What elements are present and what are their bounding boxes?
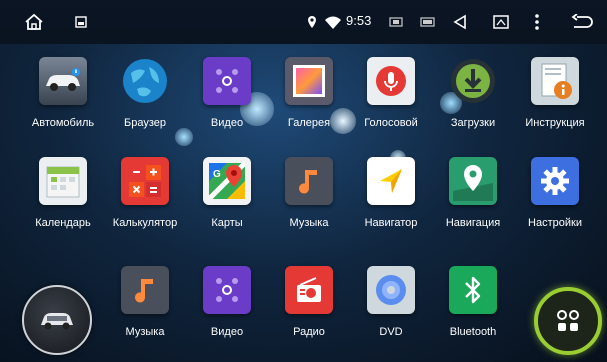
- manual-icon: [531, 57, 579, 105]
- app-calculator[interactable]: Калькулятор: [105, 157, 185, 229]
- clock: 9:53: [346, 13, 372, 28]
- video-icon: [203, 266, 251, 314]
- calculator-icon: [121, 157, 169, 205]
- app-downloads[interactable]: Загрузки: [433, 57, 513, 129]
- app-label: Календарь: [35, 217, 91, 229]
- settings-gear-icon: [531, 157, 579, 205]
- app-label: Видео: [210, 117, 244, 129]
- dock-music[interactable]: Музыка: [105, 266, 185, 338]
- microphone-icon: [367, 57, 415, 105]
- bluetooth-icon: [449, 266, 497, 314]
- app-label: Навигация: [445, 217, 501, 229]
- maps-icon: G: [203, 157, 251, 205]
- car-icon: [41, 313, 73, 330]
- app-gallery[interactable]: Галерея: [269, 57, 349, 129]
- app-music[interactable]: Музыка: [269, 157, 349, 229]
- dock-video[interactable]: Видео: [187, 266, 267, 338]
- wifi-icon: [324, 0, 342, 44]
- app-navigator[interactable]: Навигатор: [351, 157, 431, 229]
- radio-icon: [285, 266, 333, 314]
- app-manual[interactable]: Инструкция: [515, 57, 595, 129]
- app-label: Голосовой: [364, 117, 418, 129]
- app-car[interactable]: Автомобиль: [23, 57, 103, 129]
- calendar-icon: [39, 157, 87, 205]
- back-icon[interactable]: [568, 0, 596, 44]
- music-icon: [121, 266, 169, 314]
- svg-text:G: G: [213, 169, 221, 180]
- video-icon: [203, 57, 251, 105]
- app-browser[interactable]: Браузер: [105, 57, 185, 129]
- window-icon[interactable]: [490, 0, 512, 44]
- music-icon: [285, 157, 333, 205]
- app-label: Навигатор: [364, 217, 418, 229]
- more-icon[interactable]: [530, 0, 544, 44]
- usb-icon: [387, 0, 405, 44]
- dvd-icon: [367, 266, 415, 314]
- dock-label: DVD: [379, 326, 403, 338]
- app-label: Автомобиль: [31, 117, 95, 129]
- app-label: Галерея: [287, 117, 331, 129]
- app-label: Браузер: [124, 117, 166, 129]
- dock-label: Музыка: [125, 326, 165, 338]
- all-apps-button[interactable]: [534, 287, 602, 355]
- status-bar: 9:53: [0, 0, 607, 44]
- volume-icon[interactable]: [448, 0, 470, 44]
- download-icon: [449, 57, 497, 105]
- app-video[interactable]: Видео: [187, 57, 267, 129]
- car-icon: [39, 57, 87, 105]
- car-shortcut-button[interactable]: [22, 285, 92, 355]
- apps-grid-icon: [557, 310, 579, 331]
- app-settings[interactable]: Настройки: [515, 157, 595, 229]
- dock-label: Bluetooth: [449, 326, 497, 338]
- globe-icon: [121, 57, 169, 105]
- gallery-icon: [285, 57, 333, 105]
- navigation-pin-icon: [449, 157, 497, 205]
- app-navigation[interactable]: Навигация: [433, 157, 513, 229]
- location-icon: [304, 0, 320, 44]
- dock-bluetooth[interactable]: Bluetooth: [433, 266, 513, 338]
- app-maps[interactable]: G Карты: [187, 157, 267, 229]
- app-label: Инструкция: [525, 117, 585, 129]
- app-label: Калькулятор: [112, 217, 178, 229]
- dock-label: Видео: [210, 326, 244, 338]
- bokeh-light: [175, 128, 193, 146]
- battery-icon: [418, 0, 438, 44]
- app-label: Карты: [211, 217, 243, 229]
- home-icon[interactable]: [20, 0, 48, 44]
- dock-radio[interactable]: Радио: [269, 266, 349, 338]
- app-voice[interactable]: Голосовой: [351, 57, 431, 129]
- app-calendar[interactable]: Календарь: [23, 157, 103, 229]
- app-label: Музыка: [289, 217, 329, 229]
- app-label: Загрузки: [450, 117, 496, 129]
- app-label: Настройки: [528, 217, 582, 229]
- navigator-icon: [367, 157, 415, 205]
- dock-label: Радио: [293, 326, 325, 338]
- screenshot-icon[interactable]: [70, 0, 92, 44]
- dock-dvd[interactable]: DVD: [351, 266, 431, 338]
